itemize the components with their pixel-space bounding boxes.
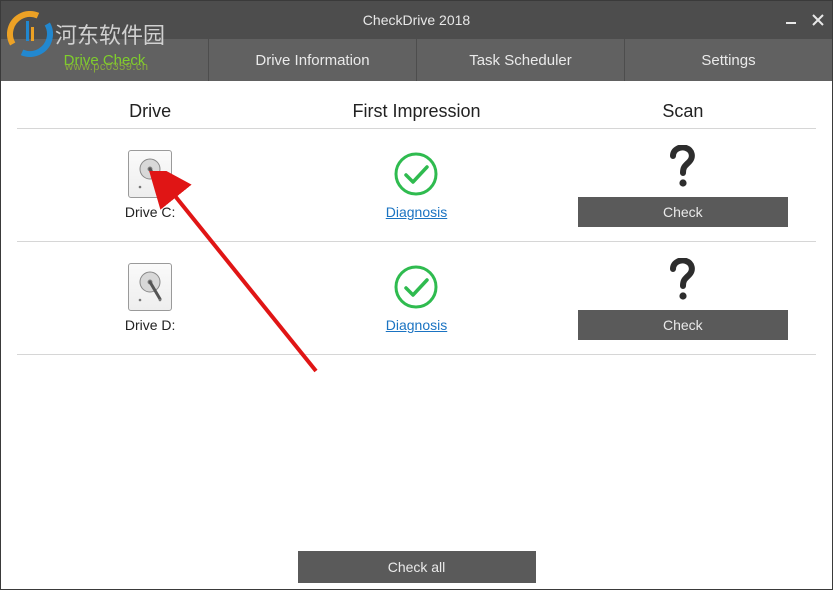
question-mark-icon — [661, 143, 705, 191]
check-all-button[interactable]: Check all — [298, 551, 536, 583]
checkmark-icon — [392, 150, 440, 198]
check-button[interactable]: Check — [578, 197, 788, 227]
tab-settings[interactable]: Settings — [625, 39, 832, 81]
tab-task-scheduler[interactable]: Task Scheduler — [417, 39, 625, 81]
col-scan: Scan — [550, 101, 816, 122]
question-mark-icon — [661, 256, 705, 304]
column-headers: Drive First Impression Scan — [17, 101, 816, 122]
close-button[interactable] — [812, 14, 824, 26]
col-impression: First Impression — [283, 101, 549, 122]
drive-label: Drive D: — [125, 317, 176, 333]
check-button[interactable]: Check — [578, 310, 788, 340]
tab-drive-information[interactable]: Drive Information — [209, 39, 417, 81]
checkmark-icon — [392, 263, 440, 311]
tabs-bar: Drive Check Drive Information Task Sched… — [1, 39, 832, 81]
hard-drive-icon[interactable] — [128, 263, 172, 311]
footer: Check all — [1, 545, 832, 589]
drive-row: Drive D: Diagnosis Check — [17, 242, 816, 355]
title-bar: 河东软件园 www.pc0359.cn CheckDrive 2018 — [1, 1, 832, 39]
drive-label: Drive C: — [125, 204, 176, 220]
col-drive: Drive — [17, 101, 283, 122]
hard-drive-icon[interactable] — [128, 150, 172, 198]
diagnosis-link[interactable]: Diagnosis — [386, 204, 447, 220]
drive-row: Drive C: Diagnosis Check — [17, 129, 816, 242]
minimize-button[interactable] — [786, 14, 798, 26]
window-title: CheckDrive 2018 — [363, 12, 470, 28]
tab-drive-check[interactable]: Drive Check — [1, 39, 209, 81]
diagnosis-link[interactable]: Diagnosis — [386, 317, 447, 333]
